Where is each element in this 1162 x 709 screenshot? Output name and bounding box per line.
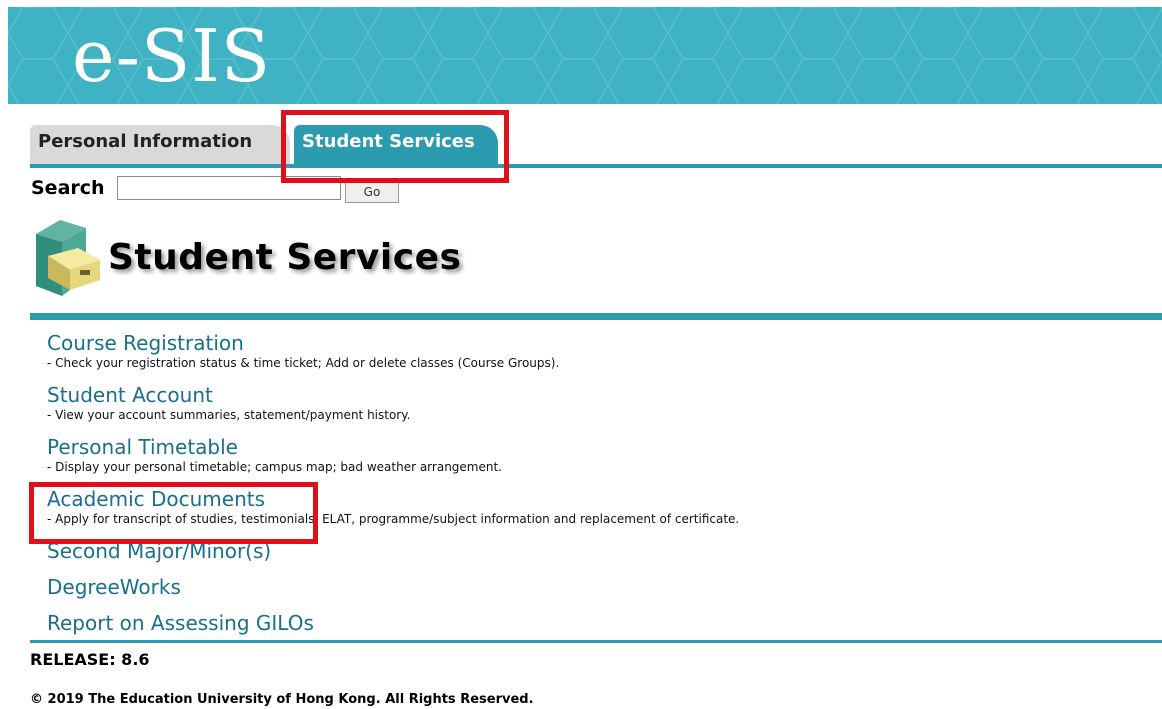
search-input[interactable] xyxy=(117,176,341,200)
menu-item-academic-documents: Academic Documents - Apply for transcrip… xyxy=(47,486,739,526)
file-cabinet-icon xyxy=(36,220,100,296)
student-account-desc: - View your account summaries, statement… xyxy=(47,408,411,422)
personal-timetable-desc: - Display your personal timetable; campu… xyxy=(47,460,502,474)
academic-documents-link[interactable]: Academic Documents xyxy=(47,486,739,512)
degreeworks-link[interactable]: DegreeWorks xyxy=(47,574,181,600)
second-major-link[interactable]: Second Major/Minor(s) xyxy=(47,538,271,564)
menu-item-degreeworks: DegreeWorks xyxy=(47,574,181,600)
course-registration-link[interactable]: Course Registration xyxy=(47,330,559,356)
search-label: Search xyxy=(31,177,105,199)
menu-item-gilos-report: Report on Assessing GILOs xyxy=(47,610,314,636)
go-button[interactable]: Go xyxy=(345,181,399,203)
esis-logo[interactable]: e-SIS xyxy=(72,11,271,101)
section-divider xyxy=(30,313,1162,320)
course-registration-desc: - Check your registration status & time … xyxy=(47,356,560,370)
tab-student-services[interactable]: Student Services xyxy=(294,125,498,165)
release-version: RELEASE: 8.6 xyxy=(30,650,150,669)
student-account-link[interactable]: Student Account xyxy=(47,382,410,408)
personal-timetable-link[interactable]: Personal Timetable xyxy=(47,434,502,460)
gilos-report-link[interactable]: Report on Assessing GILOs xyxy=(47,610,314,636)
footer-divider xyxy=(30,640,1162,643)
page-title: Student Services xyxy=(108,237,462,278)
menu-item-personal-timetable: Personal Timetable - Display your person… xyxy=(47,434,502,474)
academic-documents-desc: - Apply for transcript of studies, testi… xyxy=(47,512,740,526)
copyright-notice: © 2019 The Education University of Hong … xyxy=(30,692,534,707)
tab-underline xyxy=(30,164,1162,168)
menu-item-student-account: Student Account - View your account summ… xyxy=(47,382,410,422)
tab-personal-information[interactable]: Personal Information xyxy=(30,125,290,165)
menu-item-second-major: Second Major/Minor(s) xyxy=(47,538,271,564)
header-banner: e-SIS xyxy=(8,7,1162,104)
menu-item-course-registration: Course Registration - Check your registr… xyxy=(47,330,559,370)
